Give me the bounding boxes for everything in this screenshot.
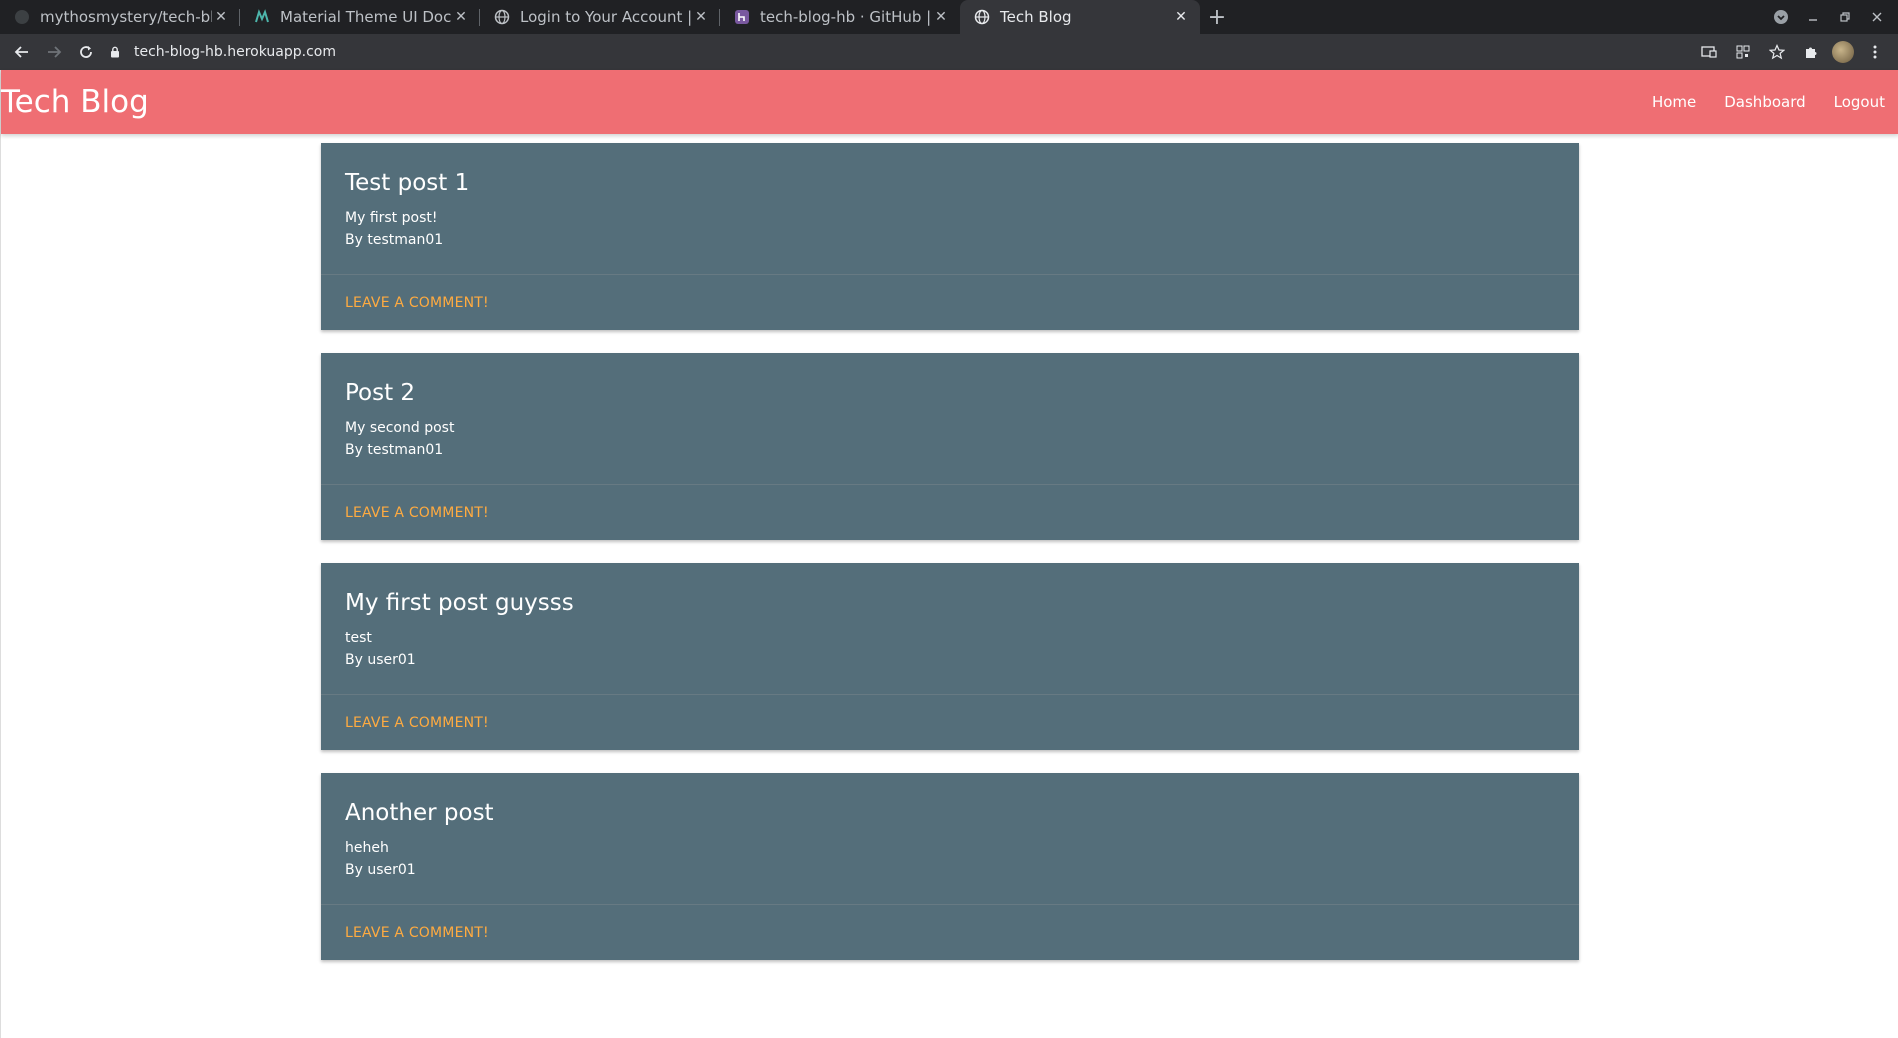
tab-title: tech-blog-hb · GitHub | He bbox=[760, 8, 932, 26]
close-icon[interactable]: ✕ bbox=[212, 8, 230, 26]
qr-code-icon[interactable] bbox=[1730, 39, 1756, 65]
menu-icon[interactable] bbox=[1862, 39, 1888, 65]
globe-icon bbox=[974, 9, 990, 25]
profile-avatar[interactable] bbox=[1832, 41, 1854, 63]
minimize-icon[interactable] bbox=[1802, 6, 1824, 28]
post-card: Post 2 My second post By testman01 LEAVE… bbox=[321, 353, 1579, 540]
leave-comment-link[interactable]: LEAVE A COMMENT! bbox=[345, 715, 489, 731]
post-card: Test post 1 My first post! By testman01 … bbox=[321, 143, 1579, 330]
post-author: By testman01 bbox=[345, 442, 444, 458]
post-card-content: Test post 1 My first post! By testman01 bbox=[321, 143, 1579, 275]
post-card-action: LEAVE A COMMENT! bbox=[321, 485, 1579, 540]
toolbar-actions bbox=[1696, 39, 1892, 65]
restore-icon[interactable] bbox=[1834, 6, 1856, 28]
browser-toolbar: tech-blog-hb.herokuapp.com bbox=[0, 34, 1898, 70]
post-author: By user01 bbox=[345, 652, 416, 668]
close-icon[interactable]: ✕ bbox=[932, 8, 950, 26]
back-icon[interactable] bbox=[6, 38, 38, 66]
browser-tab-active[interactable]: Tech Blog ✕ bbox=[960, 0, 1200, 34]
post-card-action: LEAVE A COMMENT! bbox=[321, 695, 1579, 750]
tab-title: Login to Your Account | Bo bbox=[520, 8, 692, 26]
browser-tab[interactable]: mythosmystery/tech-blog ✕ bbox=[0, 0, 240, 34]
post-title: Post 2 bbox=[345, 380, 416, 406]
post-author: By testman01 bbox=[345, 232, 444, 248]
leave-comment-link[interactable]: LEAVE A COMMENT! bbox=[345, 505, 489, 521]
site-navbar: Tech Blog Home Dashboard Logout bbox=[1, 70, 1898, 134]
globe-icon bbox=[494, 9, 510, 25]
post-card-content: Post 2 My second post By testman01 bbox=[321, 353, 1579, 485]
nav-home-link[interactable]: Home bbox=[1638, 70, 1710, 134]
heroku-icon bbox=[734, 9, 750, 25]
post-card-content: Another post heheh By user01 bbox=[321, 773, 1579, 905]
browser-tab-strip: mythosmystery/tech-blog ✕ Material Theme… bbox=[0, 0, 1898, 34]
window-controls bbox=[1770, 0, 1898, 34]
bookmark-star-icon[interactable] bbox=[1764, 39, 1790, 65]
post-body: heheh bbox=[345, 840, 389, 856]
new-tab-button[interactable]: + bbox=[1200, 0, 1234, 34]
post-title: My first post guysss bbox=[345, 590, 574, 616]
post-title: Test post 1 bbox=[345, 170, 470, 196]
cast-icon[interactable] bbox=[1696, 39, 1722, 65]
github-icon bbox=[14, 9, 30, 25]
address-bar[interactable]: tech-blog-hb.herokuapp.com bbox=[102, 38, 1696, 66]
close-window-icon[interactable] bbox=[1866, 6, 1888, 28]
close-icon[interactable]: ✕ bbox=[692, 8, 710, 26]
url-text: tech-blog-hb.herokuapp.com bbox=[134, 44, 336, 60]
tab-title: mythosmystery/tech-blog bbox=[40, 8, 212, 26]
nav-dashboard-link[interactable]: Dashboard bbox=[1710, 70, 1819, 134]
post-body: My first post! bbox=[345, 210, 438, 226]
post-body: test bbox=[345, 630, 372, 646]
post-card-action: LEAVE A COMMENT! bbox=[321, 275, 1579, 330]
close-icon[interactable]: ✕ bbox=[1172, 8, 1190, 26]
web-page: Tech Blog Home Dashboard Logout Test pos… bbox=[0, 70, 1898, 1038]
extensions-icon[interactable] bbox=[1798, 39, 1824, 65]
post-list: Test post 1 My first post! By testman01 … bbox=[321, 143, 1579, 983]
post-author: By user01 bbox=[345, 862, 416, 878]
nav-logout-link[interactable]: Logout bbox=[1820, 70, 1898, 134]
post-body: My second post bbox=[345, 420, 455, 436]
browser-tab[interactable]: Login to Your Account | Bo ✕ bbox=[480, 0, 720, 34]
nav-links: Home Dashboard Logout bbox=[1638, 70, 1898, 134]
tab-title: Tech Blog bbox=[1000, 8, 1072, 26]
forward-icon[interactable] bbox=[38, 38, 70, 66]
material-icon bbox=[254, 9, 270, 25]
leave-comment-link[interactable]: LEAVE A COMMENT! bbox=[345, 295, 489, 311]
reload-icon[interactable] bbox=[70, 38, 102, 66]
brand-logo[interactable]: Tech Blog bbox=[1, 84, 149, 120]
post-card-content: My first post guysss test By user01 bbox=[321, 563, 1579, 695]
tab-search-icon[interactable] bbox=[1770, 6, 1792, 28]
leave-comment-link[interactable]: LEAVE A COMMENT! bbox=[345, 925, 489, 941]
post-card: My first post guysss test By user01 LEAV… bbox=[321, 563, 1579, 750]
browser-tab[interactable]: Material Theme UI Docum ✕ bbox=[240, 0, 480, 34]
browser-tab[interactable]: tech-blog-hb · GitHub | He ✕ bbox=[720, 0, 960, 34]
lock-icon[interactable] bbox=[110, 46, 124, 58]
post-title: Another post bbox=[345, 800, 494, 826]
tab-title: Material Theme UI Docum bbox=[280, 8, 452, 26]
post-card-action: LEAVE A COMMENT! bbox=[321, 905, 1579, 960]
post-card: Another post heheh By user01 LEAVE A COM… bbox=[321, 773, 1579, 960]
close-icon[interactable]: ✕ bbox=[452, 8, 470, 26]
